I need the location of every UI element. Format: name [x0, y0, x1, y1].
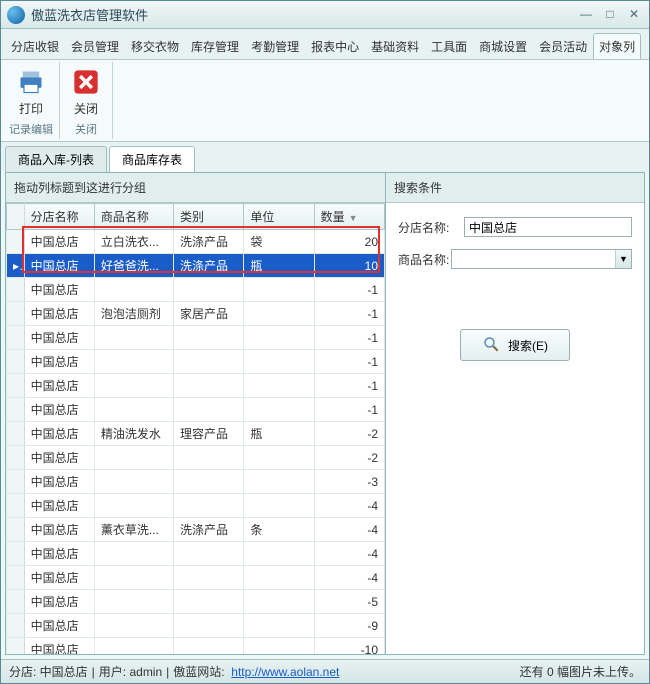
main-tab[interactable]: 会员活动: [533, 33, 593, 59]
column-header[interactable]: 类别: [174, 204, 244, 230]
table-row[interactable]: 中国总店泡泡洁厕剂家居产品-1: [7, 302, 385, 326]
window-title: 傲蓝洗衣店管理软件: [31, 5, 571, 24]
product-input[interactable]: [452, 250, 615, 268]
table-row[interactable]: 中国总店-4: [7, 494, 385, 518]
column-header[interactable]: 商品名称: [94, 204, 173, 230]
table-row[interactable]: 中国总店-3: [7, 470, 385, 494]
search-button[interactable]: 搜索(E): [460, 329, 570, 361]
ribbon-group-label: 记录编辑: [9, 121, 53, 137]
search-pane-title: 搜索条件: [386, 173, 644, 203]
product-combo[interactable]: ▼: [451, 249, 632, 269]
sub-tab[interactable]: 商品入库-列表: [5, 146, 107, 172]
ribbon-group-close: 关闭 关闭: [60, 62, 113, 139]
print-button[interactable]: 打印: [9, 64, 53, 119]
main-tab[interactable]: 考勤管理: [245, 33, 305, 59]
product-label: 商品名称:: [398, 251, 451, 268]
minimize-button[interactable]: —: [577, 7, 595, 23]
printer-icon: [15, 66, 47, 98]
table-row[interactable]: 中国总店-5: [7, 590, 385, 614]
table-row[interactable]: 中国总店-1: [7, 374, 385, 398]
table-row[interactable]: 中国总店-1: [7, 398, 385, 422]
title-bar: 傲蓝洗衣店管理软件 — □ ✕: [1, 1, 649, 29]
table-row[interactable]: 中国总店-1: [7, 326, 385, 350]
grid-scroll[interactable]: 分店名称商品名称类别单位数量▼ 中国总店立白洗衣...洗涤产品袋20▸中国总店好…: [6, 203, 385, 654]
inventory-table: 分店名称商品名称类别单位数量▼ 中国总店立白洗衣...洗涤产品袋20▸中国总店好…: [6, 203, 385, 654]
group-by-bar[interactable]: 拖动列标题到这进行分组: [6, 173, 385, 203]
column-header[interactable]: 数量▼: [314, 204, 384, 230]
status-store: 分店: 中国总店: [9, 663, 88, 680]
main-tab[interactable]: 对象列: [593, 33, 641, 59]
status-user: 用户: admin: [99, 663, 162, 680]
table-row[interactable]: 中国总店-4: [7, 566, 385, 590]
website-link[interactable]: http://www.aolan.net: [231, 665, 339, 679]
search-button-label: 搜索(E): [508, 337, 548, 354]
maximize-button[interactable]: □: [601, 7, 619, 23]
status-site-label: 傲蓝网站:: [173, 663, 224, 680]
app-window: 傲蓝洗衣店管理软件 — □ ✕ 分店收银会员管理移交衣物库存管理考勤管理报表中心…: [0, 0, 650, 684]
search-pane: 搜索条件 分店名称: 商品名称: ▼ 搜索(E): [386, 173, 644, 654]
main-tab-strip: 分店收银会员管理移交衣物库存管理考勤管理报表中心基础资料工具面商城设置会员活动对…: [1, 29, 649, 60]
table-row[interactable]: 中国总店-10: [7, 638, 385, 655]
close-icon: [70, 66, 102, 98]
content-area: 拖动列标题到这进行分组 分店名称商品名称类别单位数量▼ 中国总店立白洗衣...洗…: [5, 172, 645, 655]
search-form: 分店名称: 商品名称: ▼ 搜索(E): [386, 203, 644, 375]
table-row[interactable]: 中国总店精油洗发水理容产品瓶-2: [7, 422, 385, 446]
grid-pane: 拖动列标题到这进行分组 分店名称商品名称类别单位数量▼ 中国总店立白洗衣...洗…: [6, 173, 386, 654]
ribbon: 打印 记录编辑 关闭 关闭: [1, 60, 649, 142]
close-button[interactable]: 关闭: [66, 64, 106, 119]
table-row[interactable]: 中国总店-2: [7, 446, 385, 470]
table-row[interactable]: 中国总店-4: [7, 542, 385, 566]
ribbon-group-label: 关闭: [66, 121, 106, 137]
column-header[interactable]: 单位: [244, 204, 314, 230]
main-tab[interactable]: 基础资料: [365, 33, 425, 59]
store-label: 分店名称:: [398, 219, 464, 236]
column-header[interactable]: 分店名称: [24, 204, 94, 230]
magnifier-icon: [482, 335, 500, 356]
main-tab[interactable]: 报表中心: [305, 33, 365, 59]
main-tab[interactable]: 会员管理: [65, 33, 125, 59]
table-row[interactable]: 中国总店薰衣草洗...洗涤产品条-4: [7, 518, 385, 542]
main-tab[interactable]: 库存管理: [185, 33, 245, 59]
chevron-down-icon[interactable]: ▼: [615, 250, 631, 268]
table-row[interactable]: 中国总店-9: [7, 614, 385, 638]
main-tab[interactable]: 工具面: [425, 33, 473, 59]
close-window-button[interactable]: ✕: [625, 7, 643, 23]
table-row[interactable]: 中国总店-1: [7, 350, 385, 374]
main-tab[interactable]: 分店收银: [5, 33, 65, 59]
table-row[interactable]: ▸中国总店好爸爸洗...洗涤产品瓶10: [7, 254, 385, 278]
store-input[interactable]: [464, 217, 632, 237]
app-logo-icon: [7, 6, 25, 24]
status-bar: 分店: 中国总店 | 用户: admin | 傲蓝网站: http://www.…: [1, 659, 649, 683]
main-tab[interactable]: 商城设置: [473, 33, 533, 59]
table-row[interactable]: 中国总店-1: [7, 278, 385, 302]
table-row[interactable]: 中国总店立白洗衣...洗涤产品袋20: [7, 230, 385, 254]
sub-tab[interactable]: 商品库存表: [109, 146, 195, 172]
ribbon-group-edit: 打印 记录编辑: [3, 62, 60, 139]
main-tab[interactable]: 移交衣物: [125, 33, 185, 59]
status-upload: 还有 0 幅图片未上传。: [520, 663, 641, 680]
sub-tab-strip: 商品入库-列表商品库存表: [1, 142, 649, 172]
